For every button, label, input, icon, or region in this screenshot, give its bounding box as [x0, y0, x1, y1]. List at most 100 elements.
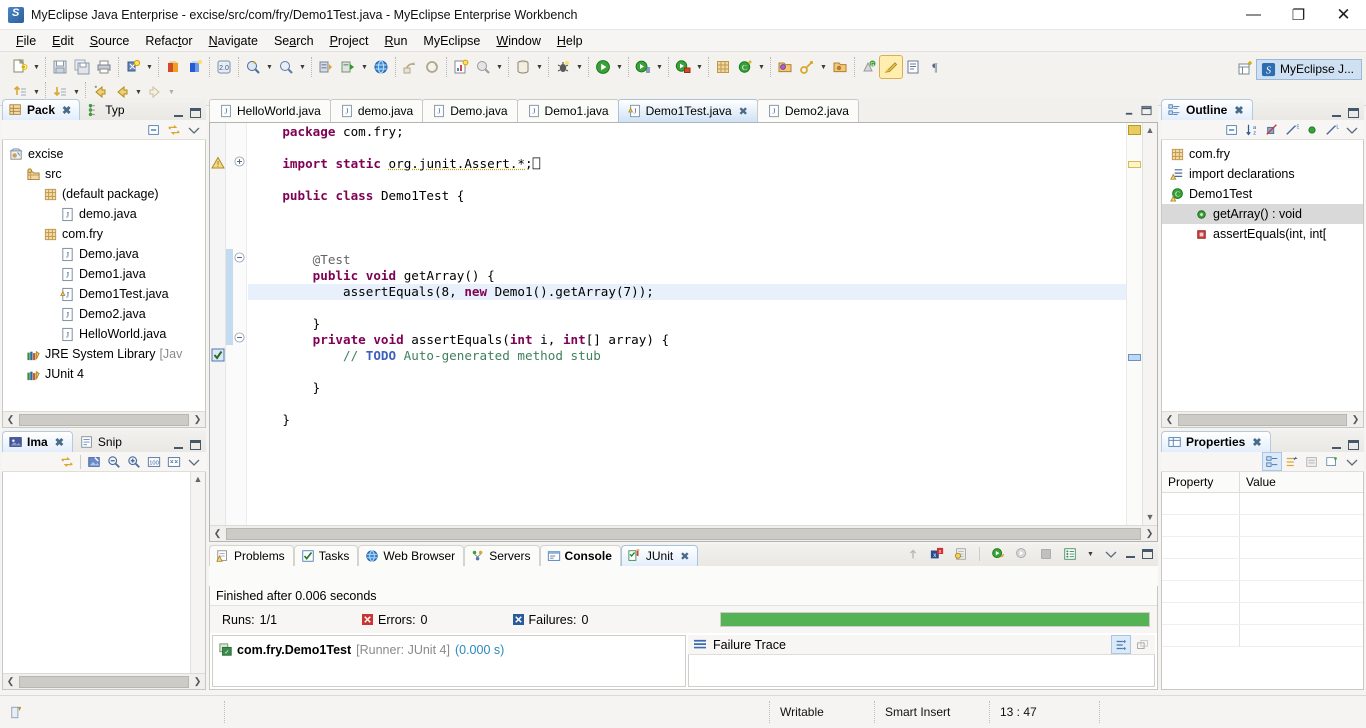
restore-defaults-icon[interactable]	[1303, 453, 1321, 470]
tab-snippets[interactable]: Snip	[73, 431, 131, 452]
search2-dropdown-arrow[interactable]: ▼	[297, 57, 308, 77]
task-marker-icon[interactable]	[211, 348, 225, 365]
outline-item[interactable]: assertEquals(int, int[	[1162, 224, 1363, 244]
scroll-left-icon[interactable]: ❮	[3, 676, 18, 687]
outline-item[interactable]: C Demo1Test	[1162, 184, 1363, 204]
refresh-icon[interactable]	[421, 56, 443, 78]
bottom-panel-tab[interactable]: JUnit ✖	[620, 545, 699, 566]
package-explorer-hscroll[interactable]: ❮ ❯	[3, 411, 205, 427]
browser-icon[interactable]	[370, 56, 392, 78]
fold-collapse-icon[interactable]	[234, 252, 245, 266]
scroll-thumb[interactable]	[19, 675, 189, 688]
key-icon[interactable]	[796, 56, 818, 78]
overview-task-marker[interactable]	[1128, 354, 1141, 361]
maximize-view-icon[interactable]	[190, 440, 201, 450]
link-with-editor-icon[interactable]	[165, 121, 183, 138]
outline-hscroll[interactable]: ❮ ❯	[1162, 411, 1363, 427]
fold-collapse-icon[interactable]	[234, 332, 245, 346]
pin-icon[interactable]	[1323, 453, 1341, 470]
minimize-view-icon[interactable]	[1332, 441, 1342, 450]
view-menu-icon[interactable]	[1102, 546, 1120, 563]
bottom-panel-tab[interactable]: Web Browser	[358, 545, 465, 566]
properties-row[interactable]	[1162, 515, 1363, 537]
debug-dropdown-arrow[interactable]: ▼	[574, 57, 585, 77]
coverage-dropdown-arrow[interactable]: ▼	[694, 57, 705, 77]
bottom-panel-tab[interactable]: Servers	[464, 545, 540, 566]
code-line[interactable]	[248, 236, 1126, 252]
maximize-button[interactable]: ❐	[1276, 0, 1321, 30]
menu-navigate[interactable]: Navigate	[201, 32, 266, 50]
prev-failure-icon[interactable]: xx	[928, 546, 946, 563]
code-line[interactable]	[248, 364, 1126, 380]
zoom-out-icon[interactable]	[105, 453, 123, 470]
open-resource-icon[interactable]	[774, 56, 796, 78]
outline-item[interactable]: getArray() : void	[1162, 204, 1363, 224]
editor-tab[interactable]: Jdemo.java	[329, 99, 424, 122]
code-line[interactable]: package com.fry;	[248, 124, 1126, 140]
editor-marker-gutter[interactable]: !	[210, 123, 226, 525]
zoom-100-icon[interactable]: 100	[145, 453, 163, 470]
code-line[interactable]: public void getArray() {	[248, 268, 1126, 284]
editor-hscroll[interactable]: ❮ ❯	[210, 525, 1157, 541]
code-line[interactable]	[248, 140, 1126, 156]
menu-run[interactable]: Run	[376, 32, 415, 50]
close-icon[interactable]: ✖	[739, 105, 748, 118]
deploy2-icon[interactable]	[184, 56, 206, 78]
myeclipse-dropdown-arrow[interactable]: ▼	[144, 57, 155, 77]
menu-help[interactable]: Help	[549, 32, 591, 50]
menu-window[interactable]: Window	[488, 32, 548, 50]
hide-fields-icon[interactable]	[1263, 121, 1281, 138]
view-menu-icon[interactable]	[1343, 453, 1361, 470]
stop-icon[interactable]	[1037, 546, 1055, 563]
menu-search[interactable]: Search	[266, 32, 322, 50]
maximize-view-icon[interactable]	[1348, 108, 1359, 118]
editor-overview-ruler[interactable]	[1126, 123, 1142, 525]
code-line[interactable]	[248, 300, 1126, 316]
toggle-block-icon[interactable]	[902, 56, 924, 78]
history-dropdown-arrow[interactable]: ▼	[1085, 544, 1096, 564]
menu-edit[interactable]: Edit	[44, 32, 82, 50]
tree-item[interactable]: Jdemo.java	[3, 204, 205, 224]
new-dropdown-arrow[interactable]: ▼	[31, 57, 42, 77]
tree-item[interactable]: J Demo1.java	[3, 264, 205, 284]
bottom-panel-tab[interactable]: Tasks	[293, 545, 359, 566]
report-icon[interactable]	[450, 56, 472, 78]
run-config-icon[interactable]	[632, 56, 654, 78]
scroll-left-icon[interactable]: ❮	[210, 528, 225, 539]
run-icon[interactable]	[592, 56, 614, 78]
failure-trace-body[interactable]	[688, 655, 1155, 687]
column-header-value[interactable]: Value	[1240, 472, 1363, 492]
outline-item[interactable]: com.fry	[1162, 144, 1363, 164]
maximize-view-icon[interactable]	[1142, 549, 1153, 559]
search-icon[interactable]	[242, 56, 264, 78]
scroll-up-icon[interactable]: ▲	[191, 472, 205, 487]
properties-row[interactable]	[1162, 493, 1363, 515]
minimize-view-icon[interactable]	[1126, 550, 1136, 559]
tab-type-hierarchy[interactable]: Typ	[80, 99, 133, 120]
outline-item[interactable]: import declarations	[1162, 164, 1363, 184]
maximize-view-icon[interactable]	[1348, 440, 1359, 450]
next-failure-icon[interactable]	[904, 546, 922, 563]
code-line[interactable]: private void assertEquals(int i, int[] a…	[248, 332, 1126, 348]
new-class-dropdown-arrow[interactable]: ▼	[756, 57, 767, 77]
tree-item[interactable]: J Demo2.java	[3, 304, 205, 324]
maximize-editor-icon[interactable]	[1141, 105, 1152, 119]
history-icon[interactable]	[399, 56, 421, 78]
collapse-all-icon[interactable]	[145, 121, 163, 138]
overview-warning-marker[interactable]	[1128, 125, 1141, 135]
column-header-property[interactable]: Property	[1162, 472, 1240, 492]
tab-image-viewer[interactable]: Ima ✖	[2, 431, 73, 452]
overview-import-marker[interactable]	[1128, 161, 1141, 168]
properties-row[interactable]	[1162, 537, 1363, 559]
code-line[interactable]: import static org.junit.Assert.*;⎕	[248, 156, 1126, 172]
close-icon[interactable]: ✖	[62, 104, 71, 117]
debug-icon[interactable]	[552, 56, 574, 78]
db-icon[interactable]	[512, 56, 534, 78]
view-menu-icon[interactable]	[185, 121, 203, 138]
menu-refactor[interactable]: Refactor	[137, 32, 200, 50]
code-line[interactable]: }	[248, 380, 1126, 396]
run-config-dropdown-arrow[interactable]: ▼	[654, 57, 665, 77]
hide-nonpublic-icon[interactable]	[1303, 121, 1321, 138]
hide-static-icon[interactable]: S	[1283, 121, 1301, 138]
tree-item[interactable]: com.fry	[3, 224, 205, 244]
